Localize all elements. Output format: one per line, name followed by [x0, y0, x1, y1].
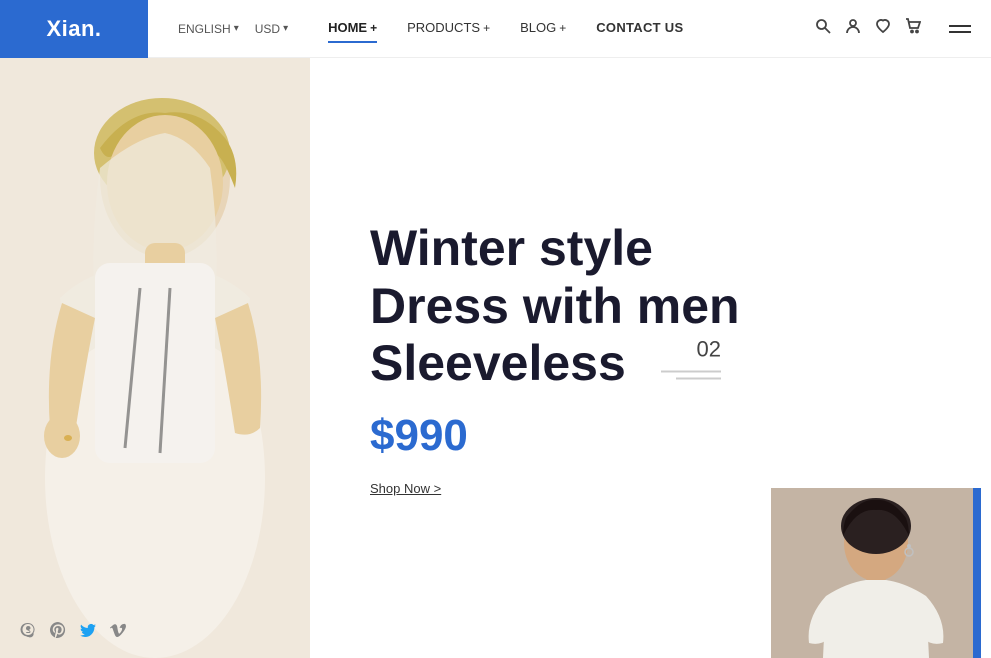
- thumbnail-accent-bar: [973, 488, 981, 658]
- nav-item-products[interactable]: PRODUCTS +: [407, 20, 490, 37]
- currency-selector[interactable]: USD: [255, 22, 288, 36]
- slide-number: 02: [697, 337, 721, 363]
- hero-title: Winter style Dress with men Sleeveless: [370, 220, 931, 393]
- thumbnail-image: [771, 488, 981, 658]
- header-action-icons: [815, 18, 971, 39]
- skype-icon[interactable]: [20, 622, 38, 640]
- cart-icon[interactable]: [905, 18, 921, 39]
- hero-section: Winter style Dress with men Sleeveless $…: [0, 58, 991, 658]
- slide-line-2: [676, 378, 721, 380]
- wishlist-icon[interactable]: [875, 18, 891, 39]
- language-selector[interactable]: ENGLISH: [178, 22, 239, 36]
- logo[interactable]: Xian.: [0, 0, 148, 58]
- pinterest-icon[interactable]: [50, 622, 68, 640]
- nav-item-blog[interactable]: BLOG +: [520, 20, 566, 37]
- next-slide-thumbnail[interactable]: [771, 488, 991, 658]
- slide-indicator: 02: [661, 337, 721, 380]
- twitter-icon[interactable]: [80, 622, 98, 640]
- main-nav: HOME + PRODUCTS + BLOG + CONTACT US: [328, 20, 815, 37]
- slide-line-1: [661, 371, 721, 373]
- account-icon[interactable]: [845, 18, 861, 39]
- hero-price: $990: [370, 411, 931, 461]
- header: Xian. ENGLISH USD HOME + PRODUCTS + BLOG…: [0, 0, 991, 58]
- nav-item-home[interactable]: HOME +: [328, 20, 377, 37]
- vimeo-icon[interactable]: [110, 622, 128, 640]
- search-icon[interactable]: [815, 18, 831, 39]
- home-plus-icon: +: [370, 21, 377, 35]
- social-icons-bar: [20, 622, 128, 640]
- products-plus-icon: +: [483, 21, 490, 35]
- currency-chevron-icon: [283, 23, 288, 34]
- hero-model-photo: [0, 58, 310, 658]
- logo-text: Xian.: [46, 16, 101, 42]
- blog-plus-icon: +: [559, 21, 566, 35]
- language-currency-selector: ENGLISH USD: [178, 22, 288, 36]
- lang-chevron-icon: [234, 23, 239, 34]
- nav-item-contact[interactable]: CONTACT US: [596, 20, 683, 37]
- slide-progress-lines: [661, 371, 721, 380]
- hamburger-menu-icon[interactable]: [949, 21, 971, 37]
